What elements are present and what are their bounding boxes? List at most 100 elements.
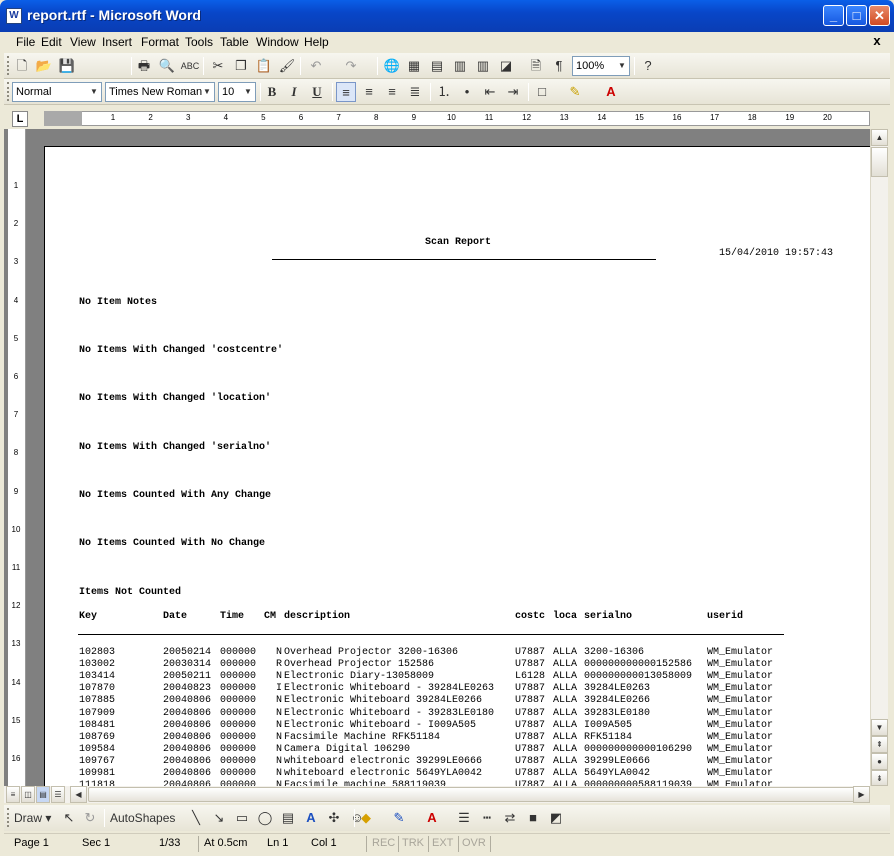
toolbar-grip[interactable] [7,808,10,827]
dash-style-icon[interactable]: ┅ [477,808,497,828]
document-page[interactable]: Scan Report 15/04/2010 19:57:43 No Item … [44,146,870,786]
menu-help[interactable]: Help [304,35,329,49]
bold-icon[interactable]: B [262,82,282,102]
menu-table[interactable]: Table [220,35,249,49]
save-icon[interactable]: 💾 [57,56,77,76]
align-center-icon[interactable]: ≡ [359,82,379,102]
normal-view-icon[interactable]: ≡ [6,786,20,803]
autoshapes-menu-button[interactable]: AutoShapes ▾ [110,808,184,845]
horizontal-ruler[interactable]: L 1 2 3 4 5 6 7 8 9 10 11 12 13 14 15 16 17 18 19 20 [4,108,890,129]
previous-page-icon[interactable]: ⇞ [871,736,888,753]
vertical-ruler[interactable]: 1 2 3 4 5 6 7 8 9 10 11 12 13 14 15 16 [8,129,26,786]
copy-icon[interactable]: ❐ [231,56,251,76]
new-document-icon[interactable]: 🗋 [12,56,32,76]
status-trk[interactable]: TRK [402,837,424,849]
insert-table-icon[interactable]: ▤ [427,56,447,76]
open-folder-icon[interactable]: 📂 [34,56,54,76]
menu-file[interactable]: File [16,35,35,49]
shadow-style-icon[interactable]: ■ [523,808,543,828]
align-right-icon[interactable]: ≡ [382,82,402,102]
close-window-button[interactable]: ✕ [869,5,890,26]
font-select[interactable]: Times New Roman ▼ [105,82,215,102]
menu-format[interactable]: Format [141,35,179,49]
line-style-icon[interactable]: ☰ [454,808,474,828]
underline-icon[interactable]: U [307,82,327,102]
justify-icon[interactable]: ≣ [405,82,425,102]
web-layout-icon[interactable]: ◫ [21,786,35,803]
insert-excel-icon[interactable]: ▥ [450,56,470,76]
menu-insert[interactable]: Insert [102,35,132,49]
maximize-button[interactable]: □ [846,5,867,26]
select-browse-object-icon[interactable]: ● [871,753,888,770]
increase-indent-icon[interactable]: ⇥ [503,82,523,102]
show-hide-icon[interactable]: ¶ [549,56,569,76]
hyperlink-icon[interactable]: 🌐 [382,56,402,76]
word-app-icon[interactable]: W [6,8,22,24]
chevron-down-icon[interactable]: ▼ [615,57,629,75]
font-color-icon[interactable]: A [422,808,442,828]
font-size-select[interactable]: 10 ▼ [218,82,256,102]
undo-icon[interactable]: ↶ [306,56,326,76]
scroll-left-icon[interactable]: ◀ [70,786,87,803]
diagram-icon[interactable]: ✣ [324,808,344,828]
print-icon[interactable]: 🖶 [134,56,154,76]
status-ovr[interactable]: OVR [462,837,486,849]
chevron-down-icon[interactable]: ▼ [200,83,214,101]
title-bar[interactable]: W report.rtf - Microsoft Word _ □ ✕ [0,0,894,32]
select-objects-icon[interactable]: ↖ [59,808,79,828]
drawing-icon[interactable]: ◪ [496,56,516,76]
draw-menu-button[interactable]: Draw ▾ [14,808,56,828]
outline-view-icon[interactable]: ☰ [51,786,65,803]
tab-selector-icon[interactable]: L [12,111,28,127]
print-preview-icon[interactable]: 🔍 [157,56,177,76]
borders-icon[interactable]: □ [532,82,552,102]
format-painter-icon[interactable]: 🖌 [277,56,297,76]
numbering-icon[interactable]: ⒈ [434,82,454,102]
help-icon[interactable]: ? [638,56,658,76]
horizontal-scrollbar[interactable]: ≡ ◫ ▤ ☰ ◀ ▶ [4,786,870,803]
line-color-icon[interactable]: ✎ [389,808,409,828]
zoom-select[interactable]: 100% ▼ [572,56,630,76]
document-map-icon[interactable]: 🗎 [526,56,546,76]
wordart-icon[interactable]: A [301,808,321,828]
style-select[interactable]: Normal ▼ [12,82,102,102]
italic-icon[interactable]: I [284,82,304,102]
status-ext[interactable]: EXT [432,837,453,849]
menu-view[interactable]: View [70,35,96,49]
toolbar-grip[interactable] [7,82,10,101]
print-layout-icon[interactable]: ▤ [36,786,50,803]
toolbar-grip[interactable] [7,56,10,75]
text-box-icon[interactable]: ▤ [278,808,298,828]
font-color-icon[interactable]: A [601,82,621,102]
arrow-style-icon[interactable]: ⇄ [500,808,520,828]
cut-icon[interactable]: ✂ [208,56,228,76]
minimize-button[interactable]: _ [823,5,844,26]
chevron-down-icon[interactable]: ▼ [241,83,255,101]
tables-borders-icon[interactable]: ▦ [404,56,424,76]
fill-color-icon[interactable]: ◆ [356,808,376,828]
oval-icon[interactable]: ◯ [255,808,275,828]
close-document-button[interactable]: x [870,34,884,48]
scroll-right-icon[interactable]: ▶ [853,786,870,803]
menu-edit[interactable]: Edit [41,35,62,49]
decrease-indent-icon[interactable]: ⇤ [480,82,500,102]
rectangle-icon[interactable]: ▭ [232,808,252,828]
paste-icon[interactable]: 📋 [254,56,274,76]
columns-icon[interactable]: ▥ [473,56,493,76]
align-left-icon[interactable]: ≡ [336,82,356,102]
menu-window[interactable]: Window [256,35,299,49]
arrow-icon[interactable]: ↘ [209,808,229,828]
vertical-scrollbar[interactable]: ▲ ▼ ⇞ ● ⇟ [870,129,888,786]
menu-tools[interactable]: Tools [185,35,213,49]
next-page-icon[interactable]: ⇟ [871,770,888,786]
redo-icon[interactable]: ↷ [341,56,361,76]
status-rec[interactable]: REC [372,837,395,849]
scroll-down-icon[interactable]: ▼ [871,719,888,736]
3d-style-icon[interactable]: ◩ [546,808,566,828]
horizontal-scroll-thumb[interactable] [88,787,858,802]
scroll-up-icon[interactable]: ▲ [871,129,888,146]
bullets-icon[interactable]: • [457,82,477,102]
free-rotate-icon[interactable]: ↻ [80,808,100,828]
highlight-icon[interactable]: ✎ [565,82,585,102]
scroll-thumb[interactable] [871,147,888,177]
